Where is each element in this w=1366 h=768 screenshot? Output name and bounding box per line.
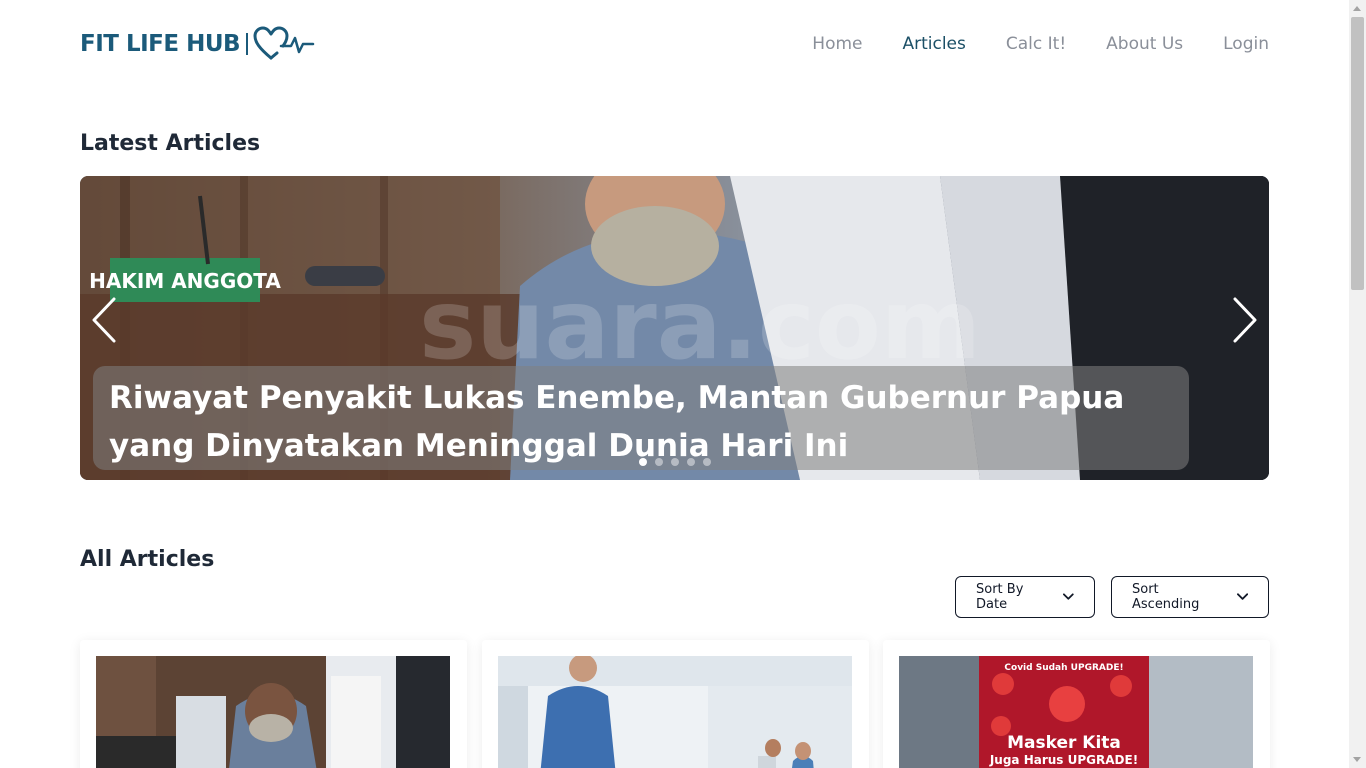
card-image-text: Covid Sudah UPGRADE! [1004, 663, 1123, 673]
article-card-image[interactable] [498, 656, 852, 768]
carousel-indicator-dot[interactable] [655, 458, 663, 466]
carousel-caption[interactable]: Riwayat Penyakit Lukas Enembe, Mantan Gu… [93, 366, 1189, 470]
page: FIT LIFE HUB Home Articles Calc It! Abou… [0, 0, 1349, 768]
carousel-caption-title[interactable]: Riwayat Penyakit Lukas Enembe, Mantan Gu… [109, 374, 1173, 470]
chevron-left-icon[interactable] [84, 295, 124, 345]
nav-articles[interactable]: Articles [902, 34, 965, 54]
brand-logo[interactable]: FIT LIFE HUB [80, 26, 315, 62]
article-card[interactable] [80, 640, 467, 768]
article-card-image[interactable]: Covid Sudah UPGRADE! Masker Kita Juga Ha… [899, 656, 1253, 768]
scroll-down-icon[interactable] [1353, 757, 1361, 762]
heart-pulse-icon [253, 26, 315, 60]
sort-by-select[interactable]: Sort By Date [955, 576, 1095, 618]
article-card[interactable] [482, 640, 869, 768]
logo-divider [246, 33, 249, 55]
nameplate-text: HAKIM ANGGOTA [89, 269, 281, 293]
sort-order-select[interactable]: Sort Ascending [1111, 576, 1269, 618]
chevron-down-icon [1063, 593, 1074, 600]
carousel-indicator-dot[interactable] [703, 458, 711, 466]
article-card-image[interactable] [96, 656, 450, 768]
card-image-text: Juga Harus UPGRADE! [989, 753, 1138, 767]
article-card[interactable]: Covid Sudah UPGRADE! Masker Kita Juga Ha… [883, 640, 1270, 768]
latest-articles-heading: Latest Articles [80, 131, 261, 156]
nav-login[interactable]: Login [1223, 34, 1269, 54]
carousel-indicator-dot[interactable] [687, 458, 695, 466]
nav-calc-it[interactable]: Calc It! [1006, 34, 1066, 54]
carousel-indicator-dot[interactable] [639, 458, 647, 466]
latest-articles-carousel[interactable]: HAKIM ANGGOTA suara.com Riwayat Penyakit… [80, 176, 1269, 480]
all-articles-heading: All Articles [80, 547, 215, 572]
watermark-text: suara.com [419, 269, 981, 381]
sort-by-value: Sort By Date [976, 582, 1024, 612]
nav-home[interactable]: Home [812, 34, 862, 54]
page-scrollbar[interactable] [1349, 0, 1366, 768]
brand-name: FIT LIFE HUB [80, 31, 241, 57]
carousel-indicators [639, 458, 711, 466]
chevron-down-icon [1236, 593, 1248, 600]
chevron-right-icon[interactable] [1225, 295, 1265, 345]
nav-about-us[interactable]: About Us [1106, 34, 1183, 54]
scroll-up-icon[interactable] [1353, 6, 1361, 11]
card-image-text: Masker Kita [1007, 733, 1121, 753]
navbar: FIT LIFE HUB Home Articles Calc It! Abou… [80, 22, 1269, 66]
sort-order-value: Sort Ascending [1132, 582, 1200, 612]
scrollbar-thumb[interactable] [1351, 17, 1364, 290]
nav-links: Home Articles Calc It! About Us Login [772, 22, 1269, 66]
carousel-indicator-dot[interactable] [671, 458, 679, 466]
